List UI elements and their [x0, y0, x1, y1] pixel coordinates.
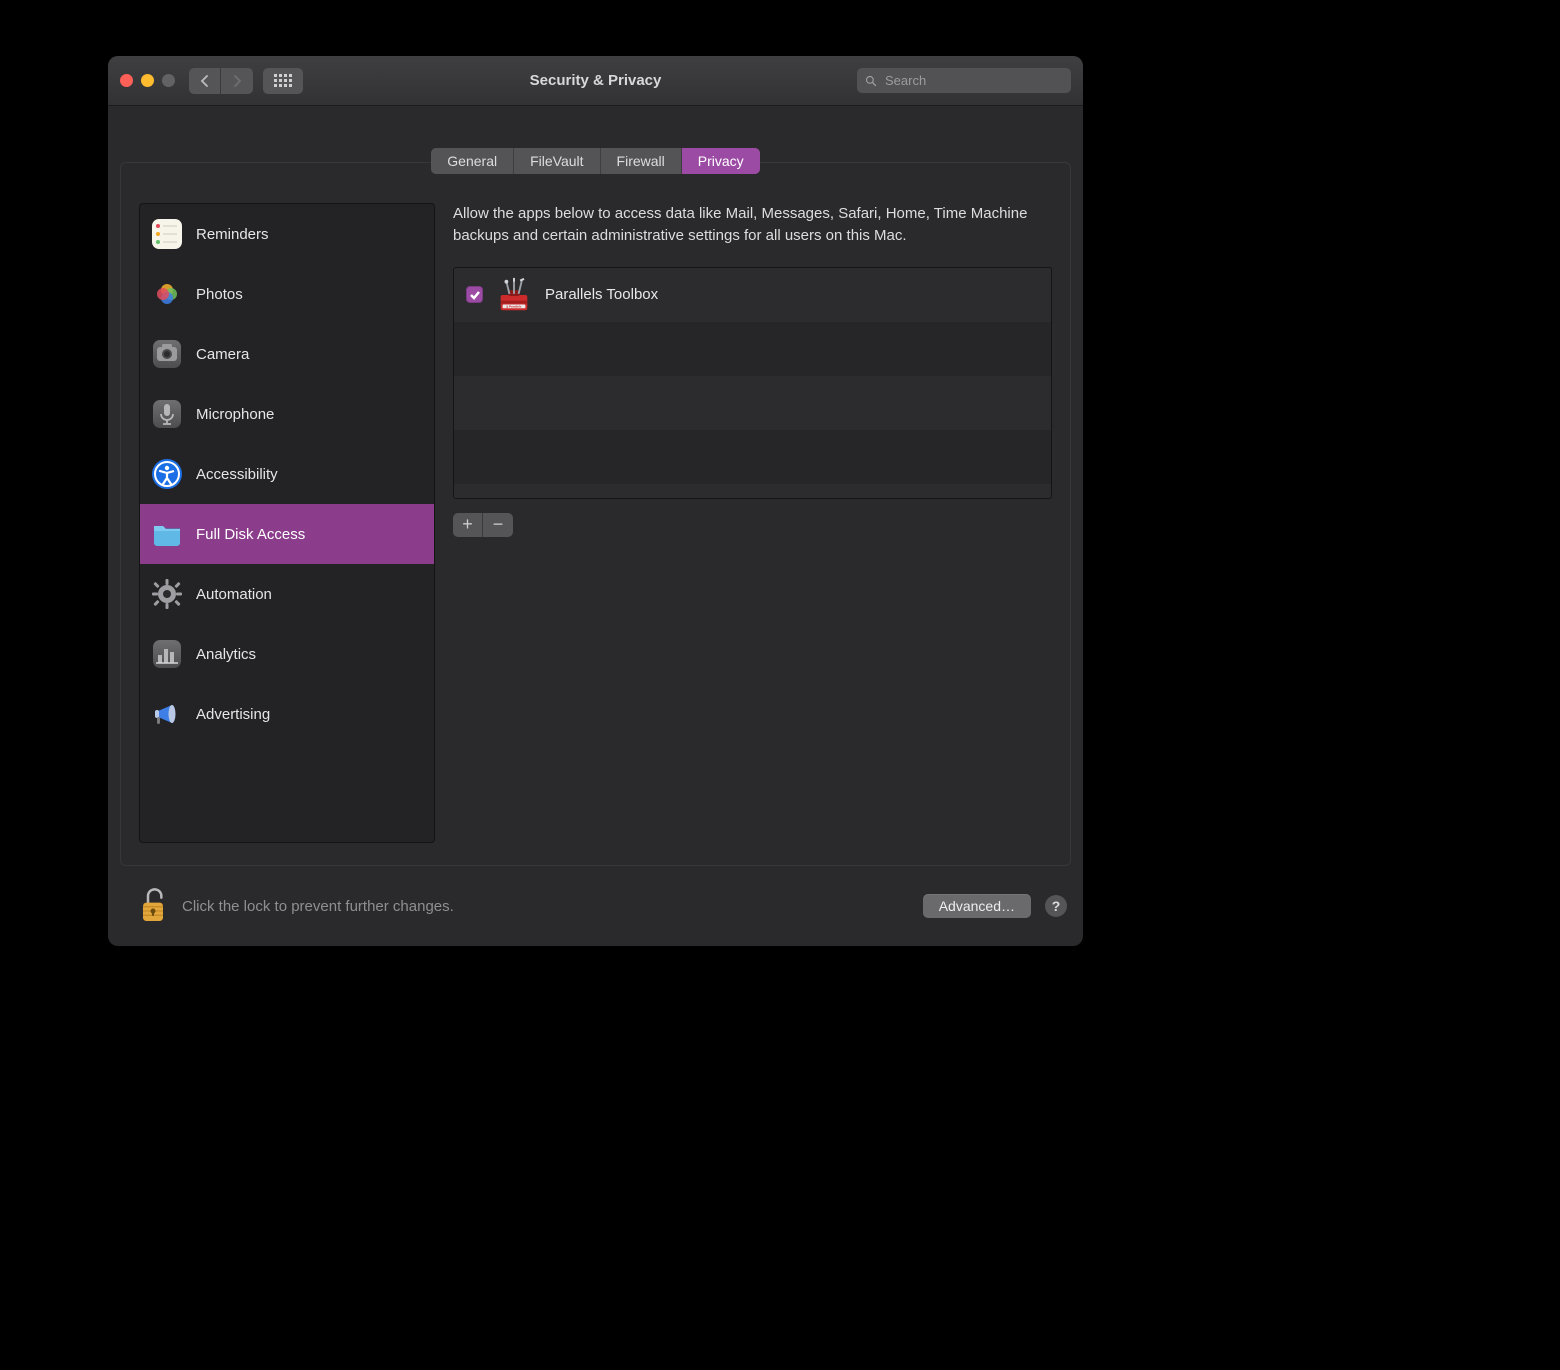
sidebar-item-camera[interactable]: Camera [140, 324, 434, 384]
sidebar-item-label: Reminders [196, 226, 269, 243]
check-icon [469, 289, 481, 301]
tabs: General FileVault Firewall Privacy [431, 148, 759, 174]
app-row[interactable]: Parallels Toolbox [454, 268, 1051, 322]
tab-filevault[interactable]: FileVault [514, 148, 600, 174]
automation-icon [150, 577, 184, 611]
sidebar-item-label: Camera [196, 346, 249, 363]
accessibility-icon [150, 457, 184, 491]
toolbox-icon [495, 276, 533, 314]
app-row-empty [454, 484, 1051, 498]
body: General FileVault Firewall Privacy Remin… [108, 106, 1083, 946]
help-button[interactable]: ? [1045, 895, 1067, 917]
remove-app-button[interactable]: − [483, 513, 513, 537]
search-icon [865, 74, 877, 88]
maximize-button[interactable] [162, 74, 175, 87]
camera-icon [150, 337, 184, 371]
apps-list[interactable]: Parallels Toolbox [453, 267, 1052, 499]
lock-message: Click the lock to prevent further change… [182, 898, 454, 915]
tab-privacy[interactable]: Privacy [682, 148, 760, 174]
chevron-right-icon [232, 75, 242, 87]
search-input[interactable] [883, 72, 1063, 89]
sidebar-item-full-disk-access[interactable]: Full Disk Access [140, 504, 434, 564]
sidebar-item-label: Automation [196, 586, 272, 603]
right-column: Allow the apps below to access data like… [453, 203, 1052, 843]
add-remove-group: + − [453, 513, 1052, 537]
sidebar-item-photos[interactable]: Photos [140, 264, 434, 324]
nav-group [189, 68, 253, 94]
advertising-icon [150, 697, 184, 731]
app-name: Parallels Toolbox [545, 286, 658, 303]
sidebar-item-automation[interactable]: Automation [140, 564, 434, 624]
app-row-empty [454, 322, 1051, 376]
reminders-icon [150, 217, 184, 251]
sidebar-item-label: Analytics [196, 646, 256, 663]
tab-general[interactable]: General [431, 148, 514, 174]
add-app-button[interactable]: + [453, 513, 483, 537]
forward-button[interactable] [221, 68, 253, 94]
microphone-icon [150, 397, 184, 431]
sidebar-item-analytics[interactable]: Analytics [140, 624, 434, 684]
titlebar: Security & Privacy [108, 56, 1083, 106]
minimize-button[interactable] [141, 74, 154, 87]
sidebar-item-microphone[interactable]: Microphone [140, 384, 434, 444]
app-row-empty [454, 376, 1051, 430]
analytics-icon [150, 637, 184, 671]
sidebar-item-label: Advertising [196, 706, 270, 723]
sidebar-item-label: Full Disk Access [196, 526, 305, 543]
app-checkbox[interactable] [466, 286, 483, 303]
back-button[interactable] [189, 68, 221, 94]
advanced-button[interactable]: Advanced… [923, 894, 1031, 918]
close-button[interactable] [120, 74, 133, 87]
preferences-window: Security & Privacy General FileVault Fir… [108, 56, 1083, 946]
description-text: Allow the apps below to access data like… [453, 203, 1052, 247]
sidebar-item-advertising[interactable]: Advertising [140, 684, 434, 744]
sidebar-item-label: Accessibility [196, 466, 278, 483]
app-row-empty [454, 430, 1051, 484]
show-all-button[interactable] [263, 68, 303, 94]
chevron-left-icon [200, 75, 210, 87]
tab-firewall[interactable]: Firewall [601, 148, 682, 174]
search-field[interactable] [857, 68, 1071, 93]
lock-button[interactable] [134, 884, 172, 928]
folder-icon [150, 517, 184, 551]
sidebar-item-accessibility[interactable]: Accessibility [140, 444, 434, 504]
content-panel: Reminders Photos Camera Microphone Acces… [120, 162, 1071, 866]
footer: Click the lock to prevent further change… [120, 884, 1071, 928]
sidebar-item-label: Microphone [196, 406, 274, 423]
sidebar-item-label: Photos [196, 286, 243, 303]
traffic-lights [120, 74, 175, 87]
sidebar-item-reminders[interactable]: Reminders [140, 204, 434, 264]
privacy-sidebar[interactable]: Reminders Photos Camera Microphone Acces… [139, 203, 435, 843]
lock-icon [136, 886, 170, 926]
photos-icon [150, 277, 184, 311]
grid-icon [274, 74, 292, 87]
